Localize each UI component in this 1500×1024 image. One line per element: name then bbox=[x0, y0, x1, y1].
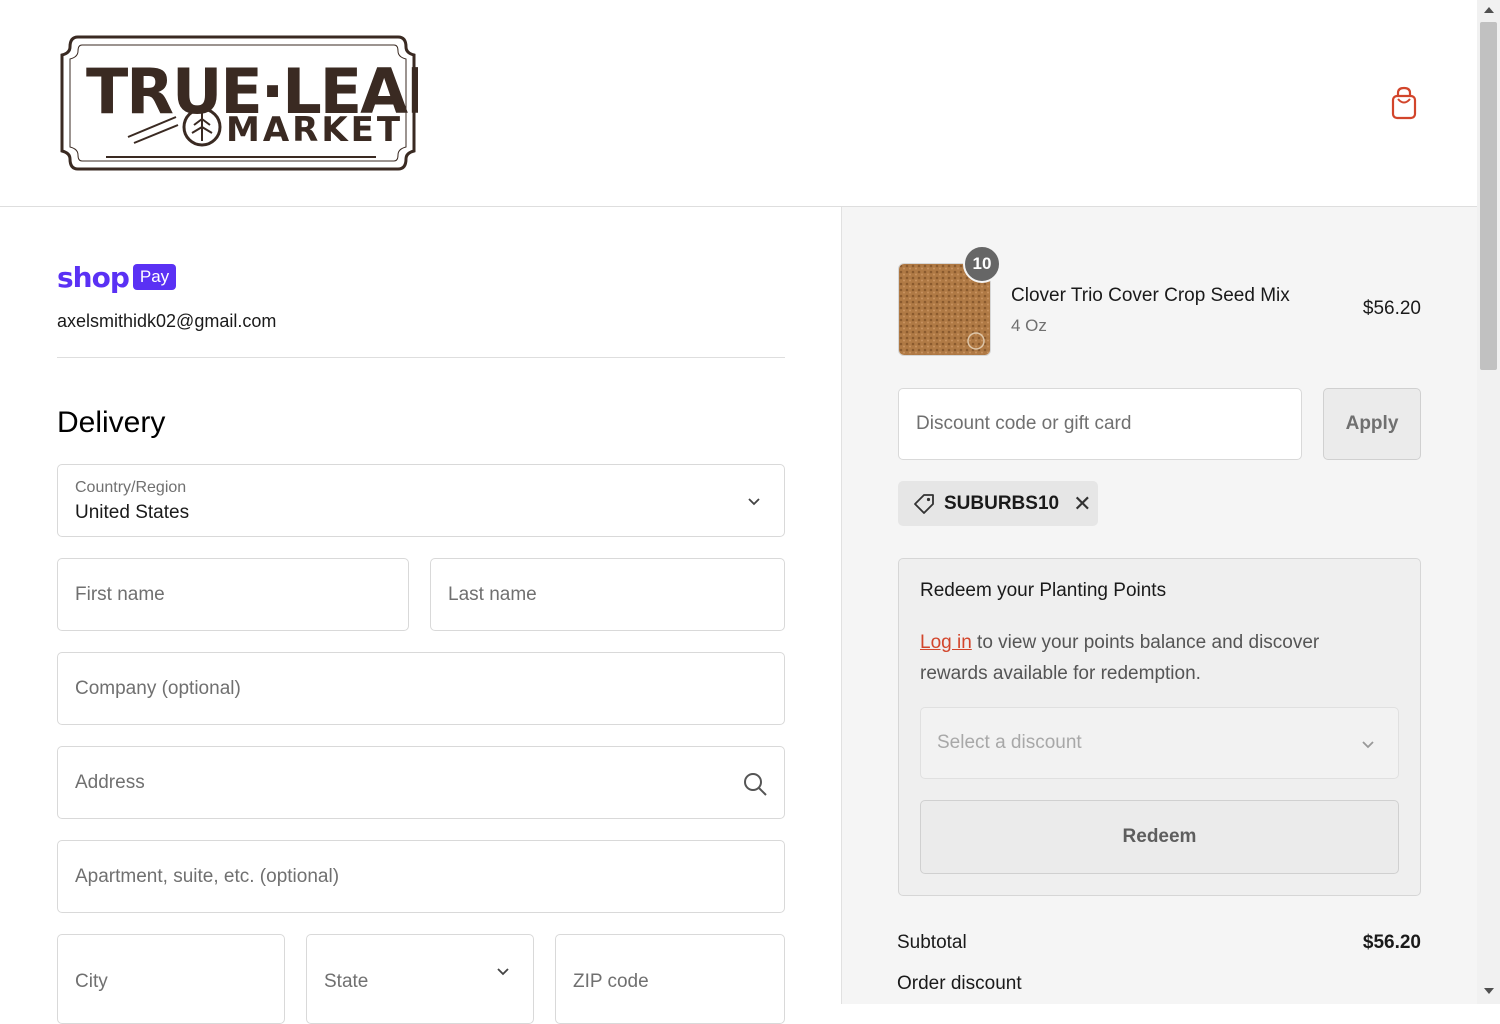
page-scrollbar[interactable] bbox=[1477, 0, 1500, 1004]
first-name-placeholder: First name bbox=[75, 583, 165, 605]
discount-code-field[interactable]: Discount code or gift card bbox=[898, 388, 1302, 460]
apartment-field[interactable]: Apartment, suite, etc. (optional) bbox=[57, 840, 785, 913]
scrollbar-thumb[interactable] bbox=[1480, 22, 1497, 370]
state-select[interactable]: State bbox=[306, 934, 534, 1024]
shop-pay-button[interactable]: shop Pay bbox=[57, 260, 177, 294]
select-discount-dropdown[interactable]: Select a discount bbox=[920, 707, 1399, 779]
redeem-title: Redeem your Planting Points bbox=[920, 580, 1167, 601]
country-select[interactable]: Country/Region United States bbox=[57, 464, 785, 537]
login-link[interactable]: Log in bbox=[920, 632, 972, 653]
apartment-placeholder: Apartment, suite, etc. (optional) bbox=[75, 865, 340, 887]
quantity-badge: 10 bbox=[963, 245, 1001, 283]
company-field[interactable]: Company (optional) bbox=[57, 652, 785, 725]
site-header: TRUE·LEAF MARKET bbox=[0, 0, 1477, 207]
scroll-up-arrow-icon[interactable] bbox=[1484, 7, 1494, 13]
shop-pay-logo-text: shop bbox=[57, 260, 130, 294]
order-discount-label: Order discount bbox=[897, 973, 1022, 994]
address-field[interactable]: Address bbox=[57, 746, 785, 819]
zip-field[interactable]: ZIP code bbox=[555, 934, 785, 1024]
tag-icon bbox=[914, 493, 934, 514]
chevron-down-icon bbox=[497, 968, 509, 976]
shopping-bag-icon[interactable] bbox=[1388, 85, 1420, 121]
scroll-down-arrow-icon[interactable] bbox=[1484, 988, 1494, 994]
true-leaf-market-logo[interactable]: TRUE·LEAF MARKET bbox=[58, 33, 448, 173]
divider bbox=[57, 357, 785, 358]
state-placeholder: State bbox=[324, 971, 369, 992]
zip-placeholder: ZIP code bbox=[573, 971, 649, 992]
applied-discount-chip: SUBURBS10 ✕ bbox=[898, 481, 1098, 526]
product-variant: 4 Oz bbox=[1011, 316, 1047, 335]
city-placeholder: City bbox=[75, 971, 108, 992]
country-value: United States bbox=[75, 502, 190, 523]
country-label: Country/Region bbox=[75, 479, 187, 496]
chevron-down-icon bbox=[748, 498, 760, 506]
last-name-placeholder: Last name bbox=[448, 583, 537, 605]
redeem-points-panel: Redeem your Planting Points Log in to vi… bbox=[898, 558, 1421, 896]
discount-code: SUBURBS10 bbox=[944, 492, 1060, 514]
chevron-down-icon bbox=[1362, 741, 1374, 749]
remove-discount-icon[interactable]: ✕ bbox=[1073, 491, 1091, 517]
search-icon bbox=[744, 773, 767, 796]
product-name: Clover Trio Cover Crop Seed Mix bbox=[1011, 285, 1290, 306]
product-price: $56.20 bbox=[1362, 298, 1421, 319]
address-placeholder: Address bbox=[75, 771, 145, 793]
account-email: axelsmithidk02@gmail.com bbox=[57, 311, 277, 331]
company-placeholder: Company (optional) bbox=[75, 677, 241, 699]
redeem-button[interactable]: Redeem bbox=[920, 800, 1399, 874]
subtotal-label: Subtotal bbox=[897, 932, 967, 953]
redeem-description-text: to view your points balance and discover… bbox=[920, 632, 1320, 684]
city-field[interactable]: City bbox=[57, 934, 285, 1024]
last-name-field[interactable]: Last name bbox=[430, 558, 785, 631]
discount-placeholder: Discount code or gift card bbox=[916, 413, 1132, 434]
logo-line2: MARKET bbox=[226, 110, 403, 150]
shop-pay-badge: Pay bbox=[132, 264, 177, 290]
redeem-description: Log in to view your points balance and d… bbox=[920, 627, 1390, 689]
select-discount-placeholder: Select a discount bbox=[937, 732, 1082, 753]
delivery-heading: Delivery bbox=[57, 406, 166, 439]
subtotal-value: $56.20 bbox=[1362, 932, 1421, 953]
first-name-field[interactable]: First name bbox=[57, 558, 409, 631]
apply-button[interactable]: Apply bbox=[1323, 388, 1421, 460]
